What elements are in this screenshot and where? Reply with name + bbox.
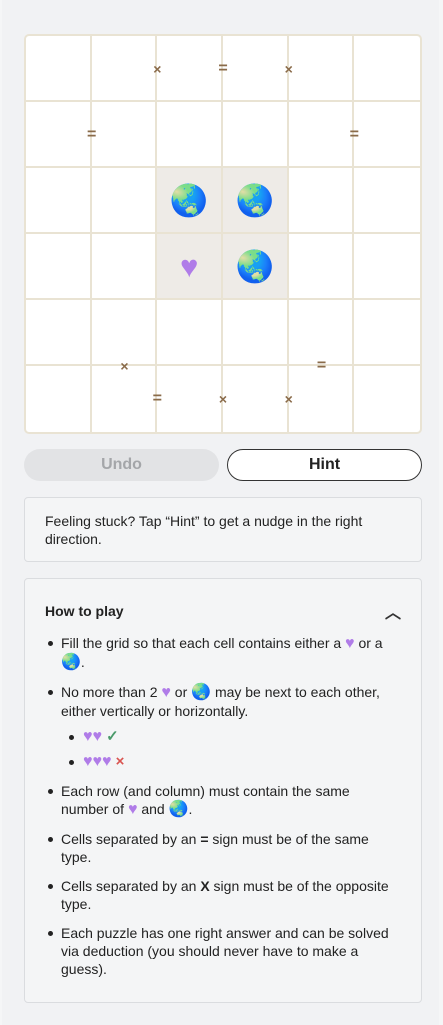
heart-icon: ♥ <box>345 635 355 652</box>
rule-item: Each row (and column) must contain the s… <box>45 782 401 819</box>
board-cell[interactable] <box>222 102 289 168</box>
earth-icon: 🌏 <box>168 801 189 818</box>
heart-icon: ♥ <box>92 753 103 770</box>
rule-item: Each puzzle has one right answer and can… <box>45 924 401 978</box>
hint-button[interactable]: Hint <box>227 449 422 481</box>
equals-constraint: = <box>152 390 162 407</box>
heart-icon: ♥ <box>179 248 199 284</box>
board-cell[interactable] <box>354 36 420 102</box>
board-cell[interactable] <box>26 234 92 300</box>
chevron-up-icon[interactable]: ︿ <box>385 599 401 623</box>
how-to-play-title: How to play <box>45 603 124 619</box>
board-cell: 🌏 <box>222 168 289 234</box>
board-cell[interactable] <box>26 102 92 168</box>
x-sign: X <box>200 878 210 894</box>
board-cell[interactable] <box>26 300 92 366</box>
board-cell[interactable] <box>222 300 289 366</box>
earth-icon: 🌏 <box>169 182 209 218</box>
board-cell[interactable] <box>157 36 223 102</box>
hint-message-card: Feeling stuck? Tap “Hint” to get a nudge… <box>24 497 422 562</box>
board-cell[interactable] <box>354 366 420 432</box>
earth-icon: 🌏 <box>235 248 275 284</box>
board-cell[interactable] <box>26 168 92 234</box>
rule-item: Cells separated by an = sign must be of … <box>45 830 401 866</box>
equals-constraint: = <box>86 126 97 143</box>
board-cell[interactable] <box>289 366 355 432</box>
example-invalid: ♥♥♥ × <box>61 753 401 771</box>
undo-button[interactable]: Undo <box>24 449 219 481</box>
board-cell[interactable] <box>288 102 355 168</box>
how-to-play-header[interactable]: How to play ︿ <box>45 599 401 623</box>
cross-constraint: × <box>153 61 162 77</box>
board-cell[interactable] <box>222 36 289 102</box>
heart-icon: ♥ <box>102 753 112 770</box>
rule-item: Fill the grid so that each cell contains… <box>45 634 401 672</box>
board-cell[interactable] <box>223 366 289 432</box>
rules-list: Fill the grid so that each cell contains… <box>45 634 401 978</box>
board-cell[interactable] <box>354 234 420 300</box>
board-cell[interactable] <box>157 102 223 168</box>
cross-constraint: × <box>120 358 129 374</box>
heart-icon: ♥ <box>127 801 138 818</box>
how-to-play-panel: How to play ︿ Fill the grid so that each… <box>24 578 422 1003</box>
board-cell[interactable] <box>288 36 355 102</box>
cross-icon: × <box>115 753 125 770</box>
board-cell[interactable] <box>157 300 223 366</box>
board-cell: 🌏 <box>222 234 289 300</box>
board-cell[interactable] <box>288 234 355 300</box>
equals-constraint: = <box>349 126 359 143</box>
board-cell[interactable] <box>91 36 158 102</box>
earth-icon: 🌏 <box>235 182 275 218</box>
board-cell[interactable] <box>354 168 420 234</box>
board-cell[interactable] <box>91 102 158 168</box>
checkmark-icon: ✓ <box>106 728 119 745</box>
game-board: 🌏 🌏 ♥ 🌏 × = × = = × = = × × <box>24 34 422 434</box>
rule-item: Cells separated by an X sign must be of … <box>45 877 401 913</box>
board-cell[interactable] <box>288 168 355 234</box>
earth-icon: 🌏 <box>191 684 212 701</box>
board-cell[interactable] <box>157 366 223 432</box>
board-cell[interactable] <box>91 234 158 300</box>
cross-constraint: × <box>284 391 293 407</box>
board-cell: ♥ <box>157 234 223 300</box>
hint-message-text: Feeling stuck? Tap “Hint” to get a nudge… <box>45 513 363 547</box>
equals-sign: = <box>200 831 209 847</box>
heart-icon: ♥ <box>92 728 103 745</box>
board-grid: 🌏 🌏 ♥ 🌏 <box>26 36 420 432</box>
cross-constraint: × <box>284 61 293 77</box>
cross-constraint: × <box>218 391 228 407</box>
equals-constraint: = <box>316 357 327 374</box>
heart-icon: ♥ <box>83 753 93 770</box>
rule-item: No more than 2 ♥ or 🌏 may be next to eac… <box>45 683 401 771</box>
earth-icon: 🌏 <box>61 654 81 671</box>
board-cell[interactable] <box>354 300 420 366</box>
board-cell[interactable] <box>26 366 92 432</box>
board-cell[interactable] <box>91 300 158 366</box>
equals-constraint: = <box>218 60 228 77</box>
example-list: ♥♥ ✓ ♥♥♥ × <box>61 728 401 771</box>
board-cell[interactable] <box>91 168 158 234</box>
board-cell[interactable] <box>354 102 420 168</box>
example-valid: ♥♥ ✓ <box>61 728 401 746</box>
board-cell[interactable] <box>26 36 92 102</box>
app-frame: 🌏 🌏 ♥ 🌏 × = × = = × = = × × Undo Hint Feeling stuck?… <box>2 0 439 1025</box>
board-cell: 🌏 <box>157 168 223 234</box>
board-cell[interactable] <box>92 366 158 432</box>
heart-icon: ♥ <box>161 684 171 701</box>
heart-icon: ♥ <box>83 728 93 745</box>
